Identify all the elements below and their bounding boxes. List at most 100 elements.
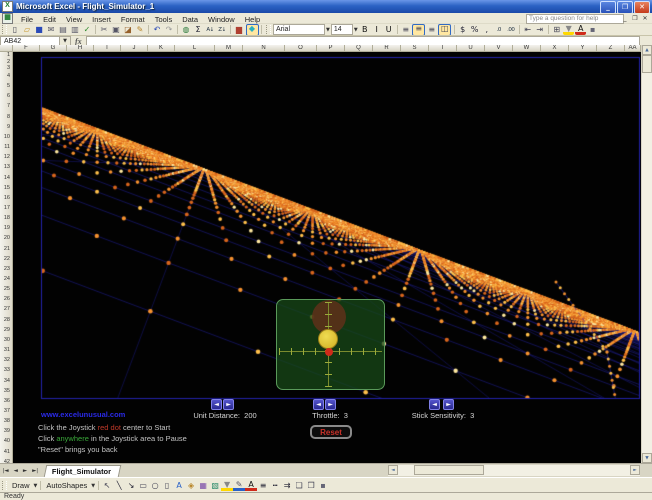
shadow-style-icon[interactable]: ❏ bbox=[293, 480, 305, 491]
row-header-31[interactable]: 31 bbox=[4, 347, 10, 353]
redo-icon[interactable]: ↷ bbox=[164, 25, 175, 35]
row-header-28[interactable]: 28 bbox=[4, 317, 10, 323]
unit-distance-increase-button[interactable]: ► bbox=[223, 399, 234, 410]
row-header-10[interactable]: 10 bbox=[4, 134, 10, 140]
row-header-23[interactable]: 23 bbox=[4, 266, 10, 272]
menu-item-window[interactable]: Window bbox=[203, 15, 240, 24]
align-center-icon[interactable]: ≡ bbox=[412, 24, 426, 35]
chart-wizard-icon[interactable]: ▆ bbox=[234, 25, 245, 35]
throttle-decrease-button[interactable]: ◄ bbox=[313, 399, 324, 410]
website-link[interactable]: www.excelunusual.com bbox=[41, 410, 125, 419]
menu-item-help[interactable]: Help bbox=[240, 15, 265, 24]
row-header-9[interactable]: 9 bbox=[7, 124, 10, 130]
row-header-16[interactable]: 16 bbox=[4, 195, 10, 201]
row-header-20[interactable]: 20 bbox=[4, 235, 10, 241]
row-header-8[interactable]: 8 bbox=[7, 114, 10, 120]
scroll-left-icon[interactable]: ◄ bbox=[388, 465, 398, 475]
column-header-aa[interactable]: AA bbox=[625, 45, 641, 52]
row-header-7[interactable]: 7 bbox=[7, 103, 10, 109]
sort-ascending-icon[interactable]: A↓ bbox=[205, 25, 216, 35]
undo-icon[interactable]: ↶ bbox=[152, 25, 163, 35]
threed-style-icon[interactable]: ❒ bbox=[305, 480, 317, 491]
drawing-toggle-icon[interactable]: ◆ bbox=[245, 24, 259, 35]
textbox-icon[interactable]: ▯ bbox=[161, 480, 173, 491]
new-document-icon[interactable]: ▯ bbox=[10, 25, 21, 35]
column-header-w[interactable]: W bbox=[513, 45, 541, 52]
toolbar-options-icon[interactable]: ▪ bbox=[317, 480, 329, 491]
row-header-5[interactable]: 5 bbox=[7, 83, 10, 89]
column-header-u[interactable]: U bbox=[457, 45, 485, 52]
line-color-icon[interactable]: ✎ bbox=[233, 480, 246, 491]
workbook-window-button[interactable]: ❐ bbox=[630, 15, 640, 22]
row-header-41[interactable]: 41 bbox=[4, 449, 10, 455]
row-header-13[interactable]: 13 bbox=[4, 164, 10, 170]
chevron-down-icon[interactable]: ▼ bbox=[354, 27, 358, 33]
vertical-scrollbar[interactable]: ▲ ▼ bbox=[641, 45, 652, 463]
column-header-x[interactable]: X bbox=[541, 45, 569, 52]
spelling-icon[interactable]: ✓ bbox=[82, 25, 93, 35]
row-header-37[interactable]: 37 bbox=[4, 408, 10, 414]
merge-center-icon[interactable]: ◫ bbox=[438, 24, 452, 35]
row-header-40[interactable]: 40 bbox=[4, 438, 10, 444]
select-objects-icon[interactable]: ↖ bbox=[101, 480, 113, 491]
row-header-38[interactable]: 38 bbox=[4, 418, 10, 424]
diagram-icon[interactable]: ◈ bbox=[185, 480, 197, 491]
cut-icon[interactable]: ✂ bbox=[99, 25, 110, 35]
align-left-icon[interactable]: ≡ bbox=[400, 25, 411, 35]
row-header-35[interactable]: 35 bbox=[4, 388, 10, 394]
font-color-icon[interactable]: A bbox=[575, 24, 587, 35]
row-header-39[interactable]: 39 bbox=[4, 428, 10, 434]
reset-button[interactable]: Reset bbox=[310, 425, 352, 439]
rectangle-icon[interactable]: ▭ bbox=[137, 480, 149, 491]
joystick-area[interactable] bbox=[276, 299, 385, 390]
menu-item-view[interactable]: View bbox=[61, 15, 87, 24]
column-header-h[interactable]: H bbox=[67, 45, 94, 52]
row-header-25[interactable]: 25 bbox=[4, 286, 10, 292]
stick-sensitivity-decrease-button[interactable]: ◄ bbox=[429, 399, 440, 410]
row-header-18[interactable]: 18 bbox=[4, 215, 10, 221]
row-header-1[interactable]: 1 bbox=[7, 52, 10, 58]
save-icon[interactable]: ■ bbox=[34, 25, 45, 35]
row-header-29[interactable]: 29 bbox=[4, 327, 10, 333]
open-icon[interactable]: ▱ bbox=[22, 25, 33, 35]
row-header-2[interactable]: 2 bbox=[7, 59, 10, 65]
column-header-m[interactable]: M bbox=[215, 45, 243, 52]
tab-scroll-icon[interactable]: ►| bbox=[30, 468, 41, 474]
column-header-l[interactable]: L bbox=[175, 45, 215, 52]
print-icon[interactable]: ▤ bbox=[58, 25, 69, 35]
print-preview-icon[interactable]: ▥ bbox=[70, 25, 81, 35]
autoshapes-menu-button[interactable]: AutoShapes bbox=[43, 481, 90, 490]
wordart-icon[interactable]: A bbox=[173, 480, 185, 491]
line-style-icon[interactable]: ≡ bbox=[257, 480, 269, 491]
row-header-21[interactable]: 21 bbox=[4, 246, 10, 252]
tab-scroll-icon[interactable]: ◄ bbox=[11, 468, 20, 474]
fill-color-icon[interactable]: ▼ bbox=[563, 24, 575, 35]
toolbar-grip[interactable] bbox=[266, 25, 271, 34]
autosum-icon[interactable]: Σ bbox=[193, 25, 204, 35]
scroll-up-icon[interactable]: ▲ bbox=[642, 45, 652, 55]
dash-style-icon[interactable]: ┅ bbox=[269, 480, 281, 491]
align-right-icon[interactable]: ≡ bbox=[426, 25, 437, 35]
column-header-k[interactable]: K bbox=[148, 45, 175, 52]
column-header-r[interactable]: R bbox=[373, 45, 401, 52]
row-header-27[interactable]: 27 bbox=[4, 306, 10, 312]
menu-item-format[interactable]: Format bbox=[116, 15, 150, 24]
scroll-right-icon[interactable]: ► bbox=[630, 465, 640, 475]
workbook-window-button[interactable]: _ bbox=[620, 15, 630, 22]
column-header-o[interactable]: O bbox=[285, 45, 317, 52]
row-header-24[interactable]: 24 bbox=[4, 276, 10, 282]
decrease-indent-icon[interactable]: ⇤ bbox=[522, 25, 533, 35]
column-header-s[interactable]: S bbox=[401, 45, 429, 52]
horizontal-scrollbar[interactable]: ◄ ► bbox=[388, 465, 640, 476]
font-name-select[interactable]: Arial bbox=[273, 24, 325, 35]
column-header-i[interactable]: I bbox=[94, 45, 121, 52]
column-header-q[interactable]: Q bbox=[345, 45, 373, 52]
row-header-19[interactable]: 19 bbox=[4, 225, 10, 231]
increase-decimal-icon[interactable]: .0 bbox=[493, 25, 504, 35]
row-header-26[interactable]: 26 bbox=[4, 296, 10, 302]
row-header-17[interactable]: 17 bbox=[4, 205, 10, 211]
menu-item-data[interactable]: Data bbox=[177, 15, 203, 24]
row-header-33[interactable]: 33 bbox=[4, 367, 10, 373]
row-header-22[interactable]: 22 bbox=[4, 256, 10, 262]
chevron-down-icon[interactable]: ▼ bbox=[326, 27, 330, 33]
